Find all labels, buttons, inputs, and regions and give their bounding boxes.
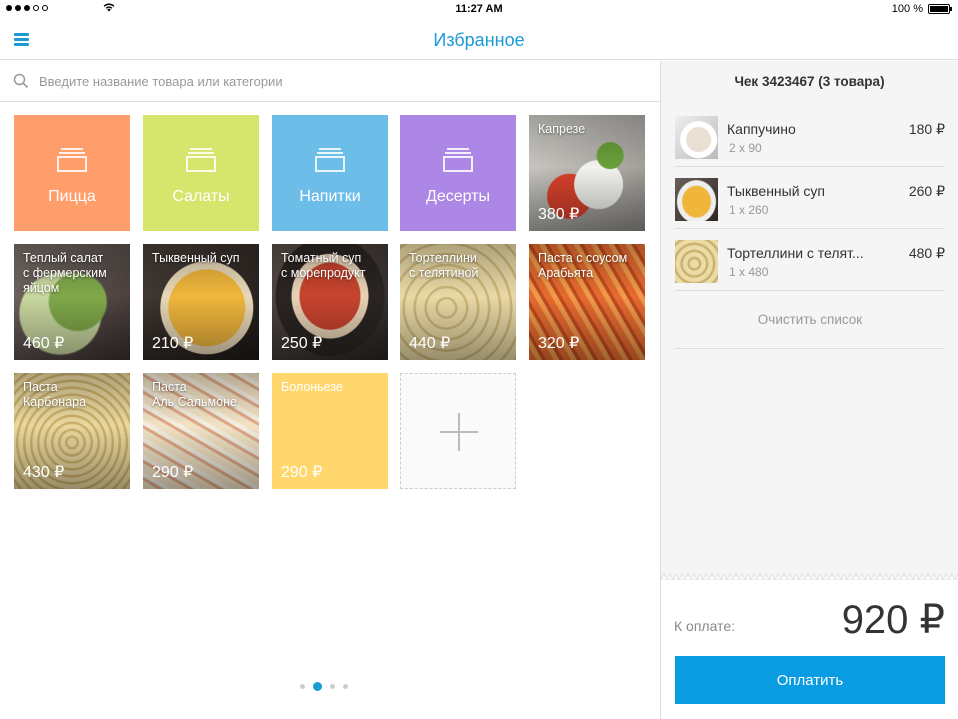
tag-corner [627,213,645,231]
receipt-panel: Чек 3423467 (3 товара) Каппучино 2 x 90 … [660,61,958,719]
item-price: 260 ₽ [908,183,945,199]
search-bar [0,61,660,102]
category-icon [443,148,473,172]
add-product-button[interactable] [400,373,516,489]
category-tile-desserts[interactable]: Десерты [400,115,516,231]
category-tile-pizza[interactable]: Пицца [14,115,130,231]
order-item[interactable]: Тортеллини с телят... 1 x 480 480 ₽ [675,229,945,291]
product-price: 460 ₽ [23,335,65,352]
product-tile[interactable]: Тыквенный суп 210 ₽ [143,244,259,360]
product-tile[interactable]: Тортеллини с телятиной 440 ₽ [400,244,516,360]
product-name: Теплый салат с фермерским яйцом [23,251,107,295]
tag-corner [370,471,388,489]
product-name: Болоньезе [281,380,343,394]
tag-corner [370,342,388,360]
product-price: 290 ₽ [152,464,194,481]
page-dot[interactable] [300,684,305,689]
category-tile-drinks[interactable]: Напитки [272,115,388,231]
product-name: Томатный суп с морепродукт [281,251,366,280]
favorites-pane: Пицца Салаты Напитки Десерты Капрезе 380… [0,61,660,719]
product-price: 210 ₽ [152,335,194,352]
item-thumbnail [675,178,718,221]
category-icon [57,148,87,172]
payment-area: К оплате: 920 ₽ Оплатить [661,573,958,719]
receipt-title: Чек 3423467 (3 товара) [734,74,885,89]
order-item[interactable]: Тыквенный суп 1 x 260 260 ₽ [675,167,945,229]
category-label: Напитки [299,188,361,205]
product-name: Тыквенный суп [152,251,240,265]
product-name: Тортеллини с телятиной [409,251,479,280]
status-bar: 11:27 AM 100 % [0,0,958,20]
product-tile[interactable]: Паста Карбонара 430 ₽ [14,373,130,489]
product-name: Паста Аль Сальмоне [152,380,237,409]
product-tile[interactable]: Паста Аль Сальмоне 290 ₽ [143,373,259,489]
item-name: Тортеллини с телят... [727,245,864,261]
product-name: Паста с соусом Арабьята [538,251,628,280]
order-item[interactable]: Каппучино 2 x 90 180 ₽ [675,105,945,167]
tag-corner [112,471,130,489]
tag-corner [241,342,259,360]
category-label: Салаты [172,188,230,205]
tag-corner [112,342,130,360]
item-thumbnail [675,116,718,159]
item-name: Тыквенный суп [727,183,826,199]
category-tile-salads[interactable]: Салаты [143,115,259,231]
search-icon [13,73,29,89]
product-price: 380 ₽ [538,206,580,223]
page-dot[interactable] [330,684,335,689]
item-name: Каппучино [727,121,796,137]
page-indicator [300,682,348,691]
receipt-edge [661,573,958,580]
product-tile[interactable]: Паста с соусом Арабьята 320 ₽ [529,244,645,360]
item-quantity: 1 x 480 [729,265,769,279]
product-tile[interactable]: Капрезе 380 ₽ [529,115,645,231]
tag-corner [627,342,645,360]
product-name: Капрезе [538,122,586,136]
item-price: 480 ₽ [908,245,945,261]
battery-icon [928,4,952,14]
product-price: 430 ₽ [23,464,65,481]
category-label: Пицца [48,188,96,205]
page-title: Избранное [433,30,525,50]
page-dot-active[interactable] [313,682,322,691]
battery-percent: 100 % [891,3,923,15]
item-price: 180 ₽ [908,121,945,137]
product-price: 290 ₽ [281,464,323,481]
product-tile[interactable]: Болоньезе 290 ₽ [272,373,388,489]
status-time: 11:27 AM [455,3,503,15]
tag-corner [241,471,259,489]
category-icon [315,148,345,172]
item-quantity: 2 x 90 [729,141,762,155]
product-name: Паста Карбонара [23,380,87,409]
product-tile[interactable]: Теплый салат с фермерским яйцом 460 ₽ [14,244,130,360]
clear-list-button[interactable]: Очистить список [675,291,945,349]
total-amount: 920 ₽ [841,598,945,642]
product-price: 320 ₽ [538,335,580,352]
item-quantity: 1 x 260 [729,203,769,217]
search-input[interactable] [39,73,599,89]
product-tile[interactable]: Томатный суп с морепродукт 250 ₽ [272,244,388,360]
nav-bar: Избранное [0,20,958,60]
item-thumbnail [675,240,718,283]
product-price: 250 ₽ [281,335,323,352]
category-icon [186,148,216,172]
category-label: Десерты [425,188,490,205]
page-dot[interactable] [343,684,348,689]
product-price: 440 ₽ [409,335,451,352]
total-label: К оплате: [674,618,735,634]
pay-button[interactable]: Оплатить [675,656,945,704]
